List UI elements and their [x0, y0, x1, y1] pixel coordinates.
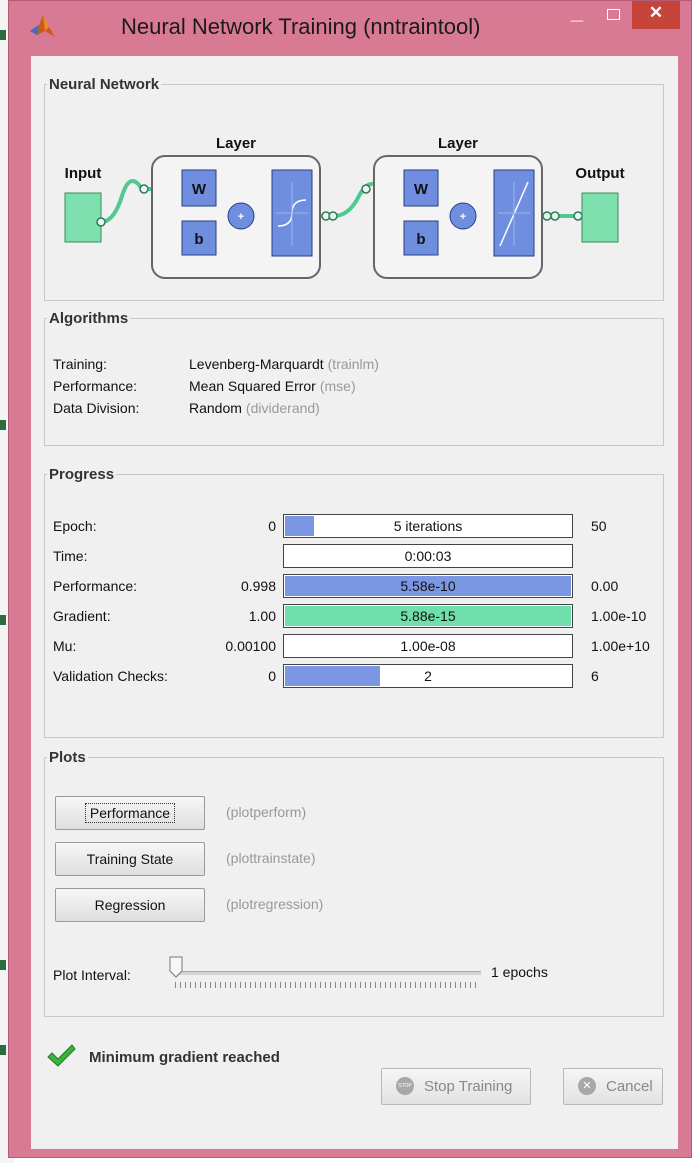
progress-max-value: 6: [591, 668, 599, 684]
algorithm-row: Performance: Mean Squared Error (mse): [53, 378, 356, 394]
close-icon: ✕: [648, 3, 664, 22]
stop-training-button[interactable]: STOP Stop Training: [381, 1068, 531, 1105]
progress-bar-text: 0:00:03: [404, 548, 452, 564]
slider-track[interactable]: [175, 971, 481, 975]
matlab-logo-icon: [30, 15, 55, 37]
client-area: Neural Network Input Layer W b + Layer W…: [31, 56, 678, 1149]
progress-label: Epoch:: [53, 518, 97, 534]
progress-bar-text: 1.00e-08: [400, 638, 456, 654]
layer-1-block: Layer W b +: [151, 135, 321, 279]
layer-2-label: Layer: [438, 135, 478, 152]
window-title: Neural Network Training (nntraintool): [121, 14, 481, 39]
layer-2-bias-label: b: [416, 231, 425, 248]
algorithm-label: Performance:: [53, 378, 138, 394]
performance-plot-hint: (plotperform): [226, 804, 307, 820]
progress-max-value: 1.00e+10: [591, 638, 650, 654]
algorithm-hint: (trainlm): [327, 356, 379, 372]
progress-min-value: 1.00: [248, 608, 276, 624]
plot-interval-label: Plot Interval:: [53, 967, 131, 983]
layer-1-sum-label: +: [238, 211, 244, 223]
layer-2-sum-label: +: [460, 211, 466, 223]
progress-min-value: 0: [268, 668, 276, 684]
progress-label: Gradient:: [53, 608, 111, 624]
maximize-icon: [606, 9, 620, 20]
progress-bar: 0:00:03: [283, 544, 573, 568]
progress-label: Time:: [53, 548, 88, 564]
algorithm-value: Random: [189, 400, 242, 416]
layer-1-label: Layer: [216, 135, 256, 152]
performance-plot-button[interactable]: Performance: [55, 796, 205, 830]
algorithm-row: Training: Levenberg-Marquardt (trainlm): [53, 356, 379, 372]
progress-group: Progress: [44, 466, 664, 738]
algorithm-value: Mean Squared Error: [189, 378, 316, 394]
close-button[interactable]: ✕: [632, 1, 680, 29]
progress-min-value: 0.998: [240, 578, 276, 594]
progress-bar: 5.88e-15: [283, 604, 573, 628]
regression-plot-button[interactable]: Regression: [55, 888, 205, 922]
progress-max-value: 50: [591, 518, 607, 534]
progress-bar-text: 5.88e-15: [400, 608, 456, 624]
output-node: Output: [575, 165, 625, 243]
algorithm-label: Data Division:: [53, 400, 140, 416]
progress-min-value: 0: [268, 518, 276, 534]
regression-plot-hint: (plotregression): [226, 896, 324, 912]
progress-label: Validation Checks:: [53, 668, 168, 684]
progress-legend: Progress: [49, 466, 115, 483]
layer-2-block: Layer W b +: [373, 135, 543, 279]
nntraintool-window: Neural Network Training (nntraintool) _ …: [8, 0, 692, 1158]
algorithm-row: Data Division: Random (dividerand): [53, 400, 320, 416]
slider-thumb[interactable]: [169, 956, 183, 978]
layer-1-weight-label: W: [192, 181, 207, 198]
output-label: Output: [575, 165, 624, 182]
maximize-button[interactable]: [595, 1, 631, 29]
slider-ticks: [175, 982, 477, 988]
algorithm-hint: (mse): [319, 378, 356, 394]
status-message: Minimum gradient reached: [89, 1049, 280, 1066]
algorithm-label: Training:: [53, 356, 107, 372]
progress-max-value: 1.00e-10: [591, 608, 647, 624]
progress-bar: 1.00e-08: [283, 634, 573, 658]
progress-label: Performance:: [53, 578, 138, 594]
plot-interval-value: 1 epochs: [491, 964, 548, 980]
minimize-button[interactable]: _: [559, 1, 595, 29]
progress-bar: 5.58e-10: [283, 574, 573, 598]
plots-legend: Plots: [49, 749, 86, 766]
layer-2-weight-label: W: [414, 181, 429, 198]
progress-bar-text: 2: [424, 668, 432, 684]
cancel-icon: ✕: [578, 1077, 596, 1095]
input-node: Input: [64, 165, 102, 243]
training-state-plot-button[interactable]: Training State: [55, 842, 205, 876]
progress-label: Mu:: [53, 638, 77, 654]
plot-interval-slider[interactable]: [167, 956, 481, 990]
network-diagram: Input Layer W b + Layer W b + Output: [64, 135, 625, 279]
algorithms-legend: Algorithms: [49, 310, 129, 327]
layer-1-bias-label: b: [194, 231, 203, 248]
progress-bar-text: 5.58e-10: [400, 578, 456, 594]
algorithm-value: Levenberg-Marquardt: [189, 356, 324, 372]
input-label: Input: [65, 165, 102, 182]
progress-bar: 5 iterations: [283, 514, 573, 538]
progress-min-value: 0.00100: [225, 638, 276, 654]
stop-icon: STOP: [396, 1077, 414, 1095]
progress-bar-text: 5 iterations: [393, 518, 463, 534]
checkmark-icon: [47, 1044, 76, 1067]
algorithm-hint: (dividerand): [245, 400, 320, 416]
training-state-plot-hint: (plottrainstate): [226, 850, 316, 866]
title-bar[interactable]: Neural Network Training (nntraintool) _ …: [9, 1, 691, 53]
progress-max-value: 0.00: [591, 578, 619, 594]
progress-bar: 2: [283, 664, 573, 688]
cancel-button[interactable]: ✕ Cancel: [563, 1068, 663, 1105]
